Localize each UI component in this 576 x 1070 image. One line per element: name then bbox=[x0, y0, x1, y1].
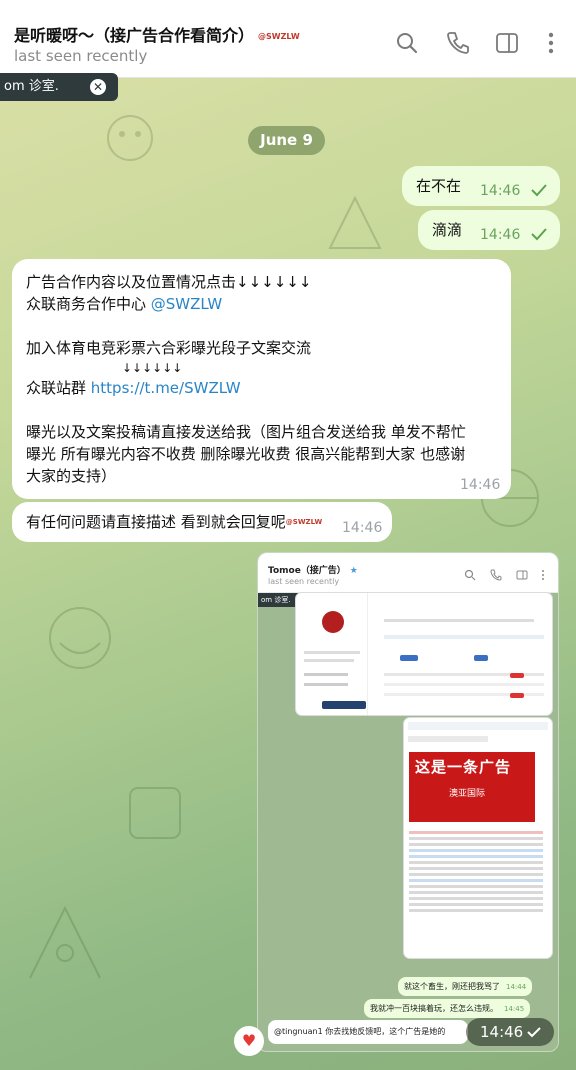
photo-chat-header: Tomoe（接广告） ★ last seen recently bbox=[258, 553, 558, 593]
doodle-icon bbox=[49, 607, 111, 669]
date-separator: June 9 bbox=[248, 126, 325, 155]
phone-icon[interactable] bbox=[445, 30, 471, 56]
chat-title[interactable]: 是听暖呀～（接广告合作看简介） @SWZLW bbox=[14, 22, 300, 46]
doodle-icon bbox=[328, 195, 382, 249]
star-icon: ★ bbox=[349, 566, 358, 576]
heart-reaction-icon[interactable]: ♥ bbox=[234, 1026, 264, 1056]
pinned-message-text: om 诊室. bbox=[4, 79, 59, 94]
photo-message-text: 就这个畜生，刚还把我骂了 bbox=[404, 982, 500, 991]
search-icon bbox=[464, 569, 476, 581]
read-check-icon bbox=[531, 184, 547, 197]
ad-banner-title: 这是一条广告 bbox=[415, 758, 512, 776]
doodle-icon bbox=[29, 905, 101, 979]
photo-chat-status: last seen recently bbox=[268, 577, 340, 586]
message-line: 众联站群 https://t.me/SWZLW bbox=[26, 377, 504, 399]
embedded-screenshot bbox=[296, 593, 552, 715]
incoming-message[interactable]: 有任何问题请直接描述 看到就会回复呢@SWZLW 14:46 bbox=[12, 502, 392, 542]
more-icon[interactable] bbox=[538, 30, 564, 56]
message-line: 曝光 所有曝光内容不收费 删除曝光收费 很高兴能帮到大家 也感谢 bbox=[26, 445, 466, 463]
doodle-icon bbox=[107, 115, 153, 161]
more-icon bbox=[542, 570, 544, 580]
message-line: ↓↓↓↓↓↓ bbox=[122, 361, 183, 375]
photo-chat-title-text: Tomoe（接广告） bbox=[268, 566, 346, 576]
outgoing-message[interactable]: 滴滴 14:46 bbox=[418, 210, 560, 250]
message-line-text: 众联站群 bbox=[26, 379, 91, 397]
message-text-body: 有任何问题请直接描述 看到就会回复呢 bbox=[26, 513, 286, 531]
photo-message-bubble: 就这个畜生，刚还把我骂了 14:44 bbox=[398, 977, 533, 996]
phone-icon bbox=[490, 569, 502, 581]
message-time: 14:46 bbox=[480, 183, 521, 199]
message-line: 大家的支持） bbox=[26, 467, 117, 485]
username-link[interactable]: @SWZLW bbox=[151, 295, 222, 313]
message-text: 有任何问题请直接描述 看到就会回复呢@SWZLW bbox=[26, 512, 322, 533]
photo-message-text: 我就冲一百块搞着玩，还怎么违规。 bbox=[370, 1004, 498, 1013]
sidebar-icon bbox=[516, 570, 528, 580]
message-line: 曝光以及文案投稿请直接发送给我（图片组合发送给我 单发不帮忙 bbox=[26, 423, 466, 441]
ad-body-text bbox=[409, 828, 543, 915]
message-line: 众联商务合作中心 @SWZLW bbox=[26, 293, 504, 315]
message-time: 14:46 bbox=[480, 227, 521, 243]
sidebar-icon[interactable] bbox=[494, 30, 520, 56]
message-tag: @SWZLW bbox=[285, 518, 323, 526]
chat-header: 是听暖呀～（接广告合作看简介） @SWZLW last seen recently bbox=[0, 0, 576, 78]
search-icon[interactable] bbox=[394, 30, 420, 56]
photo-reply-bubble: @tingnuan1 你去找她反馈吧，这个广告是她的 bbox=[268, 1020, 468, 1044]
last-seen-status: last seen recently bbox=[14, 47, 148, 65]
url-link[interactable]: https://t.me/SWZLW bbox=[91, 379, 241, 397]
photo-time: 14:46 bbox=[480, 1023, 524, 1041]
message-text: 在不在 bbox=[416, 177, 462, 195]
title-tag: @SWZLW bbox=[258, 32, 300, 41]
close-icon[interactable]: ✕ bbox=[90, 79, 106, 95]
screenshot-sidebar bbox=[296, 593, 368, 715]
incoming-message[interactable]: 广告合作内容以及位置情况点击↓↓↓↓↓↓ 众联商务合作中心 @SWZLW 加入体… bbox=[12, 259, 511, 499]
message-text: 滴滴 bbox=[432, 221, 463, 239]
photo-time-pill: 14:46 bbox=[466, 1018, 554, 1046]
embedded-ad-post: 这是一条广告 澳亚国际 bbox=[404, 718, 552, 958]
ad-banner: 这是一条广告 澳亚国际 bbox=[409, 752, 535, 822]
doodle-icon bbox=[129, 787, 181, 839]
message-time: 14:46 bbox=[342, 520, 383, 536]
read-check-icon bbox=[531, 228, 547, 241]
photo-message-time: 14:44 bbox=[506, 983, 527, 991]
photo-chat-title: Tomoe（接广告） ★ bbox=[268, 563, 358, 576]
photo-message-bubble: 我就冲一百块搞着玩，还怎么违规。 14:45 bbox=[364, 999, 531, 1018]
read-check-icon bbox=[527, 1027, 541, 1038]
outgoing-message[interactable]: 在不在 14:46 bbox=[402, 166, 560, 206]
photo-message-time: 14:45 bbox=[504, 1005, 525, 1013]
message-line: 广告合作内容以及位置情况点击↓↓↓↓↓↓ bbox=[26, 273, 312, 291]
message-line-text: 众联商务合作中心 bbox=[26, 295, 151, 313]
message-time: 14:46 bbox=[460, 477, 501, 493]
pinned-message-bar[interactable]: om 诊室. ✕ bbox=[0, 73, 118, 101]
ad-banner-subtitle: 澳亚国际 bbox=[449, 789, 486, 799]
chat-title-text: 是听暖呀～（接广告合作看简介） bbox=[14, 26, 255, 45]
message-line: 加入体育电竞彩票六合彩曝光段子文案交流 bbox=[26, 339, 312, 357]
photo-message[interactable]: Tomoe（接广告） ★ last seen recently om 诊室. 这是… bbox=[257, 552, 559, 1052]
